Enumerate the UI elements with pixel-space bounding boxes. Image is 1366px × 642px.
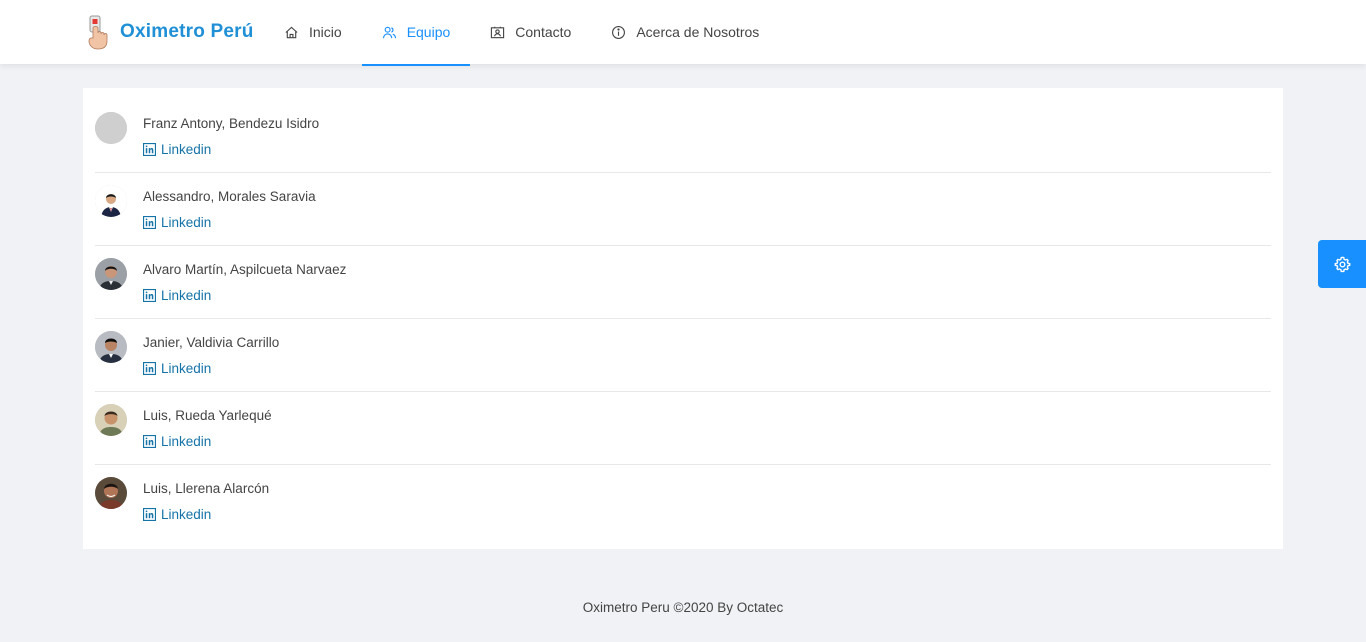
linkedin-link[interactable]: Linkedin [143, 361, 211, 376]
linkedin-icon [143, 508, 156, 521]
list-item: Alessandro, Morales Saravia Linkedin [95, 173, 1271, 246]
avatar [95, 331, 127, 363]
brand-name: Oximetro Perú [120, 21, 254, 42]
linkedin-label: Linkedin [161, 215, 212, 230]
main-nav: Inicio Equipo Contacto Acerca de Nosotro… [264, 0, 779, 66]
app-header: Oximetro Perú Inicio Equipo Contacto Ace… [0, 0, 1366, 66]
info-circle-icon [612, 25, 626, 39]
team-icon [382, 26, 396, 38]
linkedin-icon [143, 362, 156, 375]
list-item: Alvaro Martín, Aspilcueta Narvaez Linked… [95, 246, 1271, 319]
avatar [95, 112, 127, 144]
list-item: Janier, Valdivia Carrillo Linkedin [95, 319, 1271, 392]
contact-card-icon [491, 26, 505, 38]
avatar [95, 404, 127, 436]
avatar [95, 185, 127, 217]
avatar [95, 477, 127, 509]
linkedin-link[interactable]: Linkedin [143, 215, 211, 230]
finger-oximeter-icon [88, 15, 108, 50]
linkedin-icon [143, 435, 156, 448]
linkedin-label: Linkedin [161, 361, 212, 376]
linkedin-icon [143, 289, 156, 302]
avatar [95, 258, 127, 290]
member-name: Alvaro Martín, Aspilcueta Narvaez [143, 262, 347, 277]
linkedin-icon [143, 216, 156, 229]
nav-item-contacto[interactable]: Contacto [470, 0, 591, 64]
linkedin-label: Linkedin [161, 507, 212, 522]
member-name: Luis, Rueda Yarlequé [143, 408, 272, 423]
nav-label-inicio: Inicio [309, 24, 342, 40]
linkedin-link[interactable]: Linkedin [143, 507, 211, 522]
linkedin-link[interactable]: Linkedin [143, 142, 211, 157]
nav-item-acerca[interactable]: Acerca de Nosotros [591, 0, 779, 64]
member-name: Luis, Llerena Alarcón [143, 481, 270, 496]
gear-icon [1334, 256, 1350, 272]
team-list: Franz Antony, Bendezu Isidro Linkedin Al… [95, 100, 1271, 537]
list-item: Franz Antony, Bendezu Isidro Linkedin [95, 100, 1271, 173]
linkedin-label: Linkedin [161, 434, 212, 449]
linkedin-label: Linkedin [161, 288, 212, 303]
home-icon [285, 26, 298, 38]
nav-item-equipo[interactable]: Equipo [361, 0, 471, 66]
brand[interactable]: Oximetro Perú [85, 14, 254, 50]
settings-button[interactable] [1318, 240, 1366, 288]
linkedin-label: Linkedin [161, 142, 212, 157]
member-name: Alessandro, Morales Saravia [143, 189, 316, 204]
list-item: Luis, Llerena Alarcón Linkedin [95, 465, 1271, 537]
footer: Oximetro Peru ©2020 By Octatec [582, 600, 784, 615]
linkedin-link[interactable]: Linkedin [143, 288, 211, 303]
linkedin-icon [143, 143, 156, 156]
nav-item-inicio[interactable]: Inicio [264, 0, 362, 64]
list-item: Luis, Rueda Yarlequé Linkedin [95, 392, 1271, 465]
member-name: Janier, Valdivia Carrillo [143, 335, 280, 350]
nav-label-acerca: Acerca de Nosotros [636, 24, 760, 40]
linkedin-link[interactable]: Linkedin [143, 434, 211, 449]
nav-label-equipo: Equipo [406, 24, 451, 40]
member-name: Franz Antony, Bendezu Isidro [143, 116, 320, 131]
team-card: Franz Antony, Bendezu Isidro Linkedin Al… [83, 88, 1283, 549]
nav-label-contacto: Contacto [515, 24, 572, 40]
